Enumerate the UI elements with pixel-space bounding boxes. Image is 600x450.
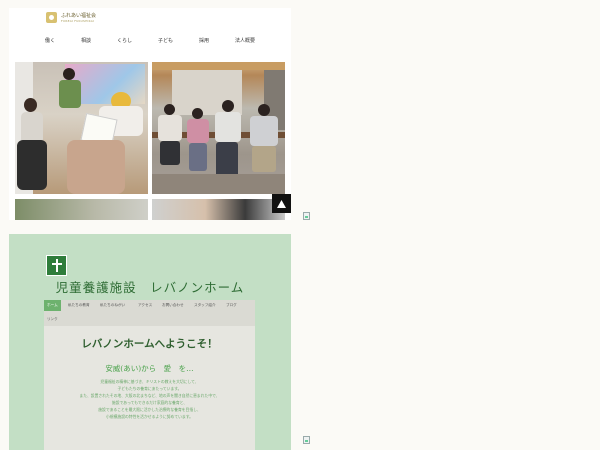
scroll-to-top-button[interactable] bbox=[272, 194, 291, 213]
tab-home[interactable]: ホーム bbox=[44, 300, 61, 311]
tab-wishes[interactable]: 私たちのねがい bbox=[100, 303, 125, 308]
tab-links[interactable]: リンク bbox=[47, 317, 58, 322]
logo-subtitle: FUREAI FUKUSHIKAI bbox=[61, 18, 95, 23]
main-nav: 働く 相談 くらし 子ども 採用 法人概要 bbox=[9, 37, 291, 44]
welcome-heading: レバノンホームへようこそ！ bbox=[81, 338, 218, 350]
site-logo[interactable]: ふれあい福祉会 FUREAI FUKUSHIKAI bbox=[46, 12, 96, 23]
photo-group-bench bbox=[152, 62, 285, 194]
nav-item-living[interactable]: くらし bbox=[117, 37, 132, 44]
tab-contact[interactable]: お問い合わせ bbox=[162, 303, 184, 308]
description-line: 施設であることを最大限に活かした治療的な養育を目指し、 bbox=[98, 407, 201, 412]
description-line: また、設置されたその地、大阪の北まちなど、地の声を聞き自然に恵まれた中で、 bbox=[79, 393, 220, 398]
facility-content-panel: ホーム 私たちの教育 私たちのねがい アクセス お問い合わせ スタッフ紹介 ブロ… bbox=[44, 300, 255, 450]
facility-tab-bar: ホーム 私たちの教育 私たちのねがい アクセス お問い合わせ スタッフ紹介 ブロ… bbox=[44, 300, 255, 326]
tab-education[interactable]: 私たちの教育 bbox=[68, 303, 90, 308]
triangle-up-icon bbox=[277, 199, 286, 208]
broken-image-icon bbox=[303, 436, 310, 444]
description-line: 小規模施設の特性を活かせるように努めています。 bbox=[106, 414, 193, 419]
cross-logo-icon[interactable] bbox=[46, 255, 67, 276]
description-line: 施設であってもできるだけ家庭的な養育と、 bbox=[111, 400, 188, 405]
nav-item-recruit[interactable]: 採用 bbox=[199, 37, 209, 44]
facility-preview-card: 児童養護施設 レバノンホーム ホーム 私たちの教育 私たちのねがい アクセス お… bbox=[9, 234, 291, 450]
photo-garden bbox=[15, 199, 148, 220]
tab-staff[interactable]: スタッフ紹介 bbox=[194, 303, 216, 308]
facility-description: 児童福祉の精神に基づき、キリストの教えを大切にして、 子どもたちの養育にあたって… bbox=[44, 378, 255, 420]
photo-care-room bbox=[15, 62, 148, 194]
tab-blog[interactable]: ブログ bbox=[226, 303, 237, 308]
nav-item-consult[interactable]: 相談 bbox=[81, 37, 91, 44]
photo-indoor bbox=[152, 199, 285, 220]
logo-icon bbox=[46, 12, 57, 23]
tab-access[interactable]: アクセス bbox=[138, 303, 152, 308]
nav-item-about[interactable]: 法人概要 bbox=[235, 37, 255, 44]
description-line: 子どもたちの養育にあたっています。 bbox=[117, 386, 182, 391]
broken-image-icon bbox=[303, 212, 310, 220]
nav-item-work[interactable]: 働く bbox=[45, 37, 55, 44]
facility-title: 児童養護施設 レバノンホーム bbox=[55, 280, 245, 295]
website-preview-card: ふれあい福祉会 FUREAI FUKUSHIKAI 働く 相談 くらし 子ども … bbox=[9, 8, 291, 220]
nav-item-children[interactable]: 子ども bbox=[158, 37, 173, 44]
description-line: 児童福祉の精神に基づき、キリストの教えを大切にして、 bbox=[100, 379, 199, 384]
motto-heading: 安威(あい)から 愛 を… bbox=[105, 364, 194, 373]
